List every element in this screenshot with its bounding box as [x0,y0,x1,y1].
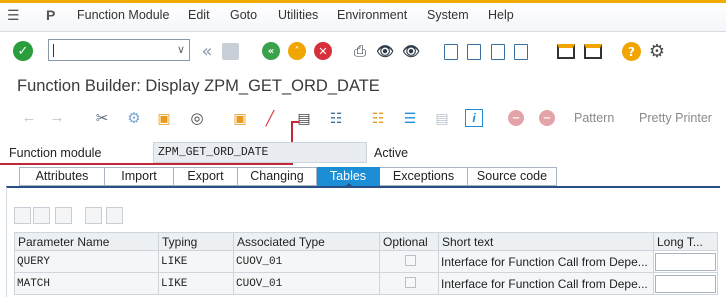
breakpoint-icon[interactable]: − [508,110,524,126]
function-module-label: Function module [9,146,102,160]
parameter-table: Parameter Name Typing Associated Type Op… [14,232,718,295]
parameter-name-cell[interactable]: MATCH [14,272,159,295]
new-session-icon[interactable] [557,44,575,59]
menu-help[interactable]: Help [488,8,514,22]
active-tab-indicator [343,183,355,188]
menu-utilities[interactable]: Utilities [278,8,318,22]
menu-edit[interactable]: Edit [188,8,210,22]
column-header[interactable]: Optional [379,232,439,251]
tab-attributes[interactable]: Attributes [19,167,105,186]
column-header[interactable]: Typing [158,232,234,251]
paste-row-icon[interactable] [55,207,72,224]
hierarchy-icon[interactable]: ☷ [369,109,387,127]
standard-toolbar: ✓ ∨ « « ˄ ✕ ⎙ 👁 👁 ? ⚙ [0,32,726,72]
menu-bar: ☰ P Function Module Edit Goto Utilities … [0,0,726,32]
display-object-list-icon[interactable]: ▤ [295,109,313,127]
column-header[interactable]: Long T... [653,232,718,251]
menu-goto[interactable]: Goto [230,8,257,22]
pretty-printer-button[interactable]: Pretty Printer [639,111,712,125]
print-icon[interactable]: ⎙ [350,42,370,60]
check-icon[interactable]: ◎ [188,109,206,127]
long-text-cell [653,250,718,273]
delete-row-icon[interactable] [106,207,123,224]
table-row: MATCH LIKE CUOV_01 Interface for Functio… [14,272,718,295]
menu-system[interactable]: System [427,8,469,22]
forward-arrow-icon[interactable]: → [48,109,66,126]
associated-type-cell[interactable]: CUOV_01 [233,272,380,295]
highlight-box-top [291,121,299,123]
activate-icon[interactable]: ▣ [155,109,173,127]
find-next-icon[interactable]: 👁 [400,42,422,60]
short-text-cell[interactable]: Interface for Function Call from Depe... [438,272,654,295]
panel-border [6,187,7,297]
application-toolbar: ← → ✂ ⚙ ▣ ◎ ▣ ╱ ▤ ☷ ☷ ☰ ▤ i − − Pattern … [0,100,726,136]
accent-line [0,0,726,3]
back-green-icon[interactable]: « [262,42,280,60]
typing-cell[interactable]: LIKE [158,272,234,295]
external-breakpoint-icon[interactable]: − [539,110,555,126]
cut-row-icon[interactable] [14,207,31,224]
back-arrow-icon[interactable]: ← [20,109,38,126]
window-menu-icon[interactable]: ☰ [7,7,20,24]
documentation-icon[interactable]: ▤ [433,109,451,127]
copy-row-icon[interactable] [33,207,50,224]
menu-function-module[interactable]: Function Module [77,8,169,22]
status-text: Active [374,146,409,160]
long-text-cell [653,272,718,295]
navigation-window-icon[interactable]: ☷ [327,109,345,127]
function-module-field[interactable]: ZPM_GET_ORD_DATE [153,142,367,163]
exit-icon[interactable]: ˄ [288,42,306,60]
text-cursor [53,44,54,57]
cancel-icon[interactable]: ✕ [314,42,332,60]
short-text-cell[interactable]: Interface for Function Call from Depe... [438,250,654,273]
shortcut-icon[interactable] [584,44,602,59]
previous-page-icon[interactable] [467,44,481,60]
tab-export[interactable]: Export [174,167,238,186]
highlight-box-bottom [0,163,293,165]
column-header[interactable]: Parameter Name [14,232,159,251]
tab-changing[interactable]: Changing [238,167,317,186]
function-group-icon[interactable]: ☰ [401,109,419,127]
enter-icon[interactable]: ✓ [13,41,33,61]
page-title: Function Builder: Display ZPM_GET_ORD_DA… [17,77,380,95]
next-page-icon[interactable] [491,44,505,60]
menu-environment[interactable]: Environment [337,8,407,22]
test-icon[interactable]: ▣ [231,109,249,127]
table-header: Parameter Name Typing Associated Type Op… [14,232,718,251]
chevron-down-icon[interactable]: ∨ [177,43,185,56]
save-icon[interactable] [222,43,239,60]
display-change-icon[interactable]: ⚙ [125,109,143,127]
help-icon[interactable]: ? [622,42,641,61]
tab-strip: Attributes Import Export Changing Tables… [19,167,557,186]
associated-type-cell[interactable]: CUOV_01 [233,250,380,273]
last-page-icon[interactable] [514,44,528,60]
long-text-button[interactable] [655,274,716,293]
where-used-icon[interactable]: ╱ [261,109,279,127]
long-text-button[interactable] [655,252,716,271]
optional-cell [379,272,439,295]
info-icon[interactable]: i [465,109,483,127]
find-icon[interactable]: 👁 [375,42,395,60]
column-header[interactable]: Short text [438,232,654,251]
back-icon[interactable]: « [197,41,217,62]
parameter-name-cell[interactable]: QUERY [14,250,159,273]
tab-import[interactable]: Import [105,167,174,186]
tab-source-code[interactable]: Source code [468,167,557,186]
optional-cell [379,250,439,273]
optional-checkbox[interactable] [404,254,416,266]
customize-layout-icon[interactable]: P [46,7,55,23]
command-field[interactable]: ∨ [48,39,190,61]
tab-exceptions[interactable]: Exceptions [380,167,468,186]
settings-icon[interactable]: ⚙ [646,40,668,62]
column-header[interactable]: Associated Type [233,232,380,251]
insert-row-icon[interactable] [85,207,102,224]
optional-checkbox[interactable] [404,276,416,288]
first-page-icon[interactable] [444,44,458,60]
other-object-icon[interactable]: ✂ [93,109,111,127]
typing-cell[interactable]: LIKE [158,250,234,273]
table-row: QUERY LIKE CUOV_01 Interface for Functio… [14,250,718,273]
pattern-button[interactable]: Pattern [574,111,614,125]
tab-underline [6,186,720,188]
